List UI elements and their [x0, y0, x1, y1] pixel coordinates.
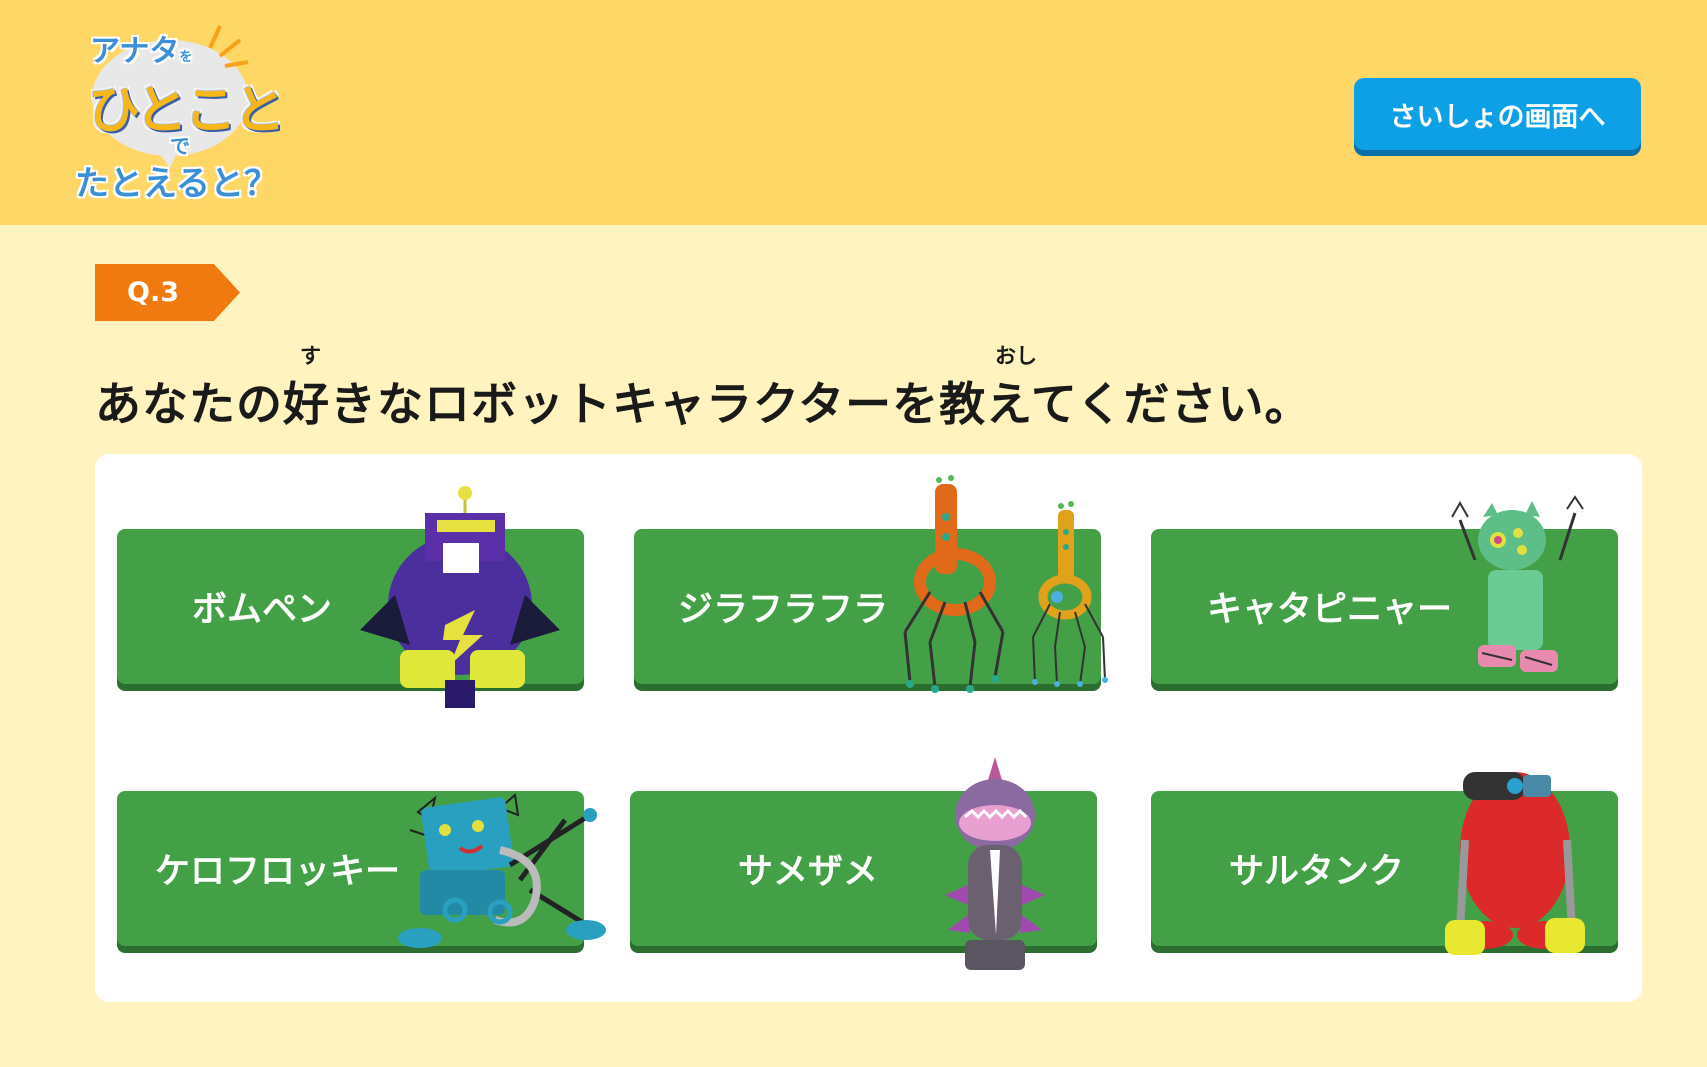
ruby-suki: す [300, 344, 321, 368]
logo-line-1: アナタを [90, 34, 193, 69]
kyatapinya-robot-icon [1451, 495, 1584, 672]
back-to-start-button[interactable]: さいしょの画面へ [1354, 78, 1641, 150]
logo-line-4: たとえると？ [75, 164, 278, 204]
logo-line-3: で [170, 134, 190, 158]
choice-label: ジラフラフラ [678, 590, 889, 630]
question-text: あなたの好きなロボットキャラクターを教えてください。 [95, 377, 1312, 431]
choice-label: サメザメ [738, 852, 879, 892]
app-logo: アナタを ひとこと で たとえると？ [70, 18, 300, 204]
choice-label: ケロフロッキー [155, 852, 401, 892]
question-number-tag: Q.3 [95, 264, 240, 321]
jirafurafura-robot-icon [903, 475, 1108, 693]
choice-label: サルタンク [1229, 852, 1405, 892]
kerofurokki-robot-icon [398, 793, 606, 948]
choice-label: キャタピニャー [1207, 590, 1453, 630]
header: アナタを ひとこと で たとえると？ さいしょの画面へ [0, 0, 1707, 225]
torutanku-robot-icon [1445, 772, 1585, 955]
choice-label: ボムペン [192, 590, 333, 630]
bomupen-robot-icon [360, 486, 560, 708]
samezame-robot-icon [945, 757, 1045, 970]
ruby-oshieru: おし [995, 344, 1037, 368]
